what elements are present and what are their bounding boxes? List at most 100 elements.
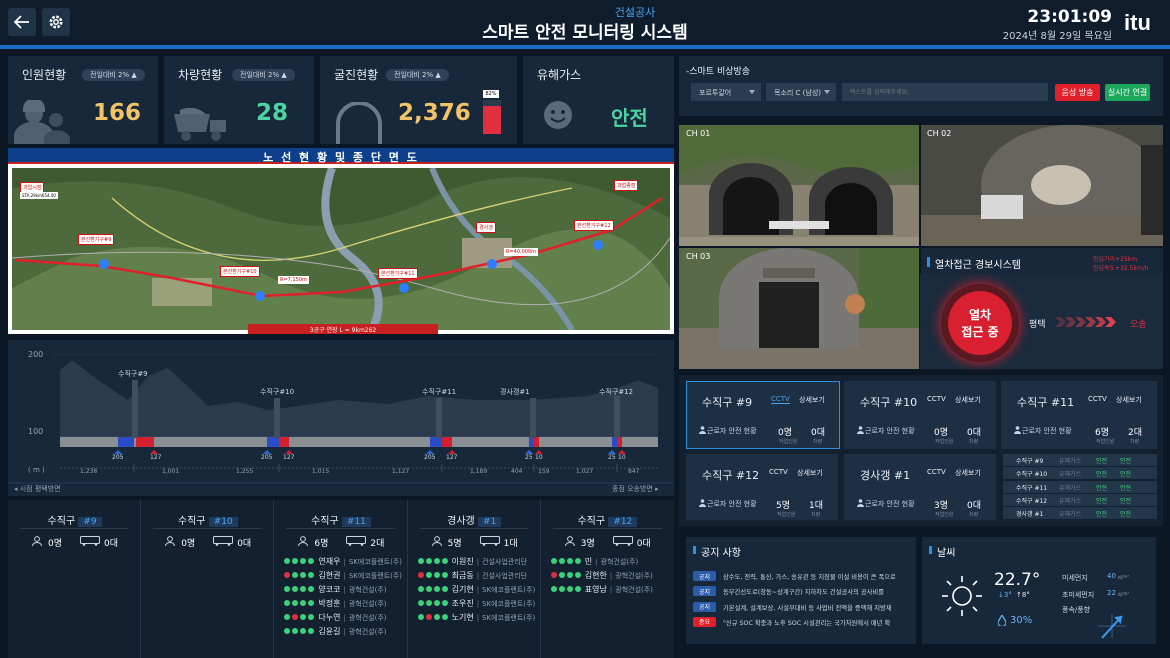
status-dot <box>425 586 432 592</box>
alarm-status-line1: 열차 <box>968 308 992 322</box>
cctv-link[interactable]: CCTV <box>771 395 790 404</box>
clock-date: 2024년 8월 29일 목요일 <box>1002 31 1112 42</box>
site-id: #10 <box>208 517 238 527</box>
person-row: 양코코 | 광혁건설(주) <box>284 584 387 595</box>
person-icon <box>564 536 575 546</box>
tunnel-progress-track <box>483 100 501 134</box>
person-company: SK에코플랜트(주) <box>482 586 536 594</box>
live-connect-button[interactable]: 실시간 연결 <box>1105 84 1150 101</box>
bus-icon <box>213 536 234 546</box>
site-card[interactable]: 경사갱 #1 CCTV 상세보기 근로자 안전 현황 3명 작업인원 0대 차량 <box>844 454 996 520</box>
gas-status-1: 안전 <box>1096 497 1108 505</box>
person-row: 민 | 광혁건설(주) <box>550 556 638 567</box>
site-column[interactable]: 수직구 #10 0명 0대 <box>141 500 275 658</box>
person-icon <box>857 499 864 507</box>
language-select[interactable]: 포르투갈어 <box>691 83 761 101</box>
person-name: 다누연 <box>318 613 341 622</box>
cctv-feed-1[interactable] <box>679 125 919 246</box>
detail-link[interactable]: 상세보기 <box>1116 395 1142 405</box>
gas-status-1: 안전 <box>1096 458 1108 465</box>
cctv-link[interactable]: CCTV <box>769 468 788 476</box>
bar-label: 205 <box>112 454 124 461</box>
person-name: 노기현 <box>451 613 474 622</box>
site-column[interactable]: 수직구 #12 3명 0대 민 | 광혁건설(주) 김현한 | 광혁건설(주) 표영남 | 광혁건… <box>541 500 674 658</box>
site-card[interactable]: 수직구 #11 CCTV 상세보기 근로자 안전 현황 6명 작업인원 2대 차… <box>1001 381 1157 449</box>
notice-text: "신규 SOC 확충과 노후 SOC 시설관리는 국가차원에서 매년 확 <box>723 619 891 627</box>
notice-item[interactable]: 중요 "신규 SOC 확충과 노후 SOC 시설관리는 국가차원에서 매년 확 <box>693 616 913 628</box>
cctv-channel-label: CH 01 <box>686 129 711 138</box>
notice-item[interactable]: 공지 기본설계, 설계보상, 시설부대비 등 사업비 전액을 증액해 지방재 <box>693 601 913 613</box>
page-title: 스마트 안전 모니터링 시스템 <box>482 23 688 43</box>
stat-card-workers: 인원현황 전일대비 2% ▲ 166 <box>8 56 158 144</box>
person-name: 김기현 <box>451 585 474 594</box>
site-card-vehicles: 0대 <box>967 428 982 438</box>
person-company: SK에코플랜트(주) <box>482 600 536 608</box>
vehicle-count: 2대 <box>370 539 385 549</box>
worker-count: 5명 <box>447 539 462 549</box>
workers-sublabel: 작업인원 <box>935 512 954 518</box>
cctv-feed-2[interactable] <box>921 125 1163 246</box>
broadcast-text-input[interactable] <box>842 83 1048 101</box>
detail-link[interactable]: 상세보기 <box>799 395 825 405</box>
alarm-to: 오송 <box>1130 320 1147 330</box>
status-dot <box>566 586 573 592</box>
y-tick-200: 200 <box>28 350 44 359</box>
map-label-shaft12: 본선환기구#12 <box>574 220 614 231</box>
bar-label: 205 <box>261 454 273 461</box>
cctv-channel-label: CH 03 <box>686 252 711 261</box>
alarm-status-circle: 열차 접근 중 <box>948 291 1012 355</box>
notice-tag: 공지 <box>693 601 716 612</box>
worker-count: 0명 <box>48 539 63 549</box>
workers-sublabel: 작업인원 <box>1096 439 1115 445</box>
shaft-label-9: 수직구#9 <box>118 370 148 378</box>
stat-card-gas: 유해가스 안전 <box>523 56 674 144</box>
notice-item[interactable]: 공지 동부간선도로(창동~상계구간) 지하차도 건설공사의 공사비를 <box>693 586 913 597</box>
site-column[interactable]: 경사갱 #1 5명 1대 이원진 | 건설사업관리단 최금동 | 건설사업관리단 김기현 | SK… <box>408 500 541 658</box>
worker-status-label: 근로자 안전 현황 <box>707 427 757 435</box>
site-card[interactable]: 수직구 #9 CCTV 상세보기 근로자 안전 현황 0명 작업인원 0대 차량 <box>686 381 840 449</box>
vehicles-sublabel: 차량 <box>813 439 823 445</box>
status-dot <box>441 600 448 606</box>
status-dot <box>284 572 291 578</box>
cctv-feed-3[interactable] <box>679 248 919 369</box>
detail-link[interactable]: 상세보기 <box>955 468 981 478</box>
person-icon <box>32 536 42 546</box>
notice-item[interactable]: 공지 상수도, 전력, 통신, 가스, 송유관 등 지장물 이설 비용이 큰 폭… <box>693 571 913 582</box>
site-column[interactable]: 수직구 #9 0명 0대 <box>8 500 142 658</box>
status-dot <box>284 586 291 592</box>
worker-count: 3명 <box>580 539 595 549</box>
site-card[interactable]: 수직구 #10 CCTV 상세보기 근로자 안전 현황 0명 작업인원 0대 차… <box>844 381 996 449</box>
cctv-link[interactable]: CCTV <box>927 395 946 403</box>
site-type: 수직구 <box>177 516 206 527</box>
stat-badge: 전일대비 2% ▲ <box>386 69 449 81</box>
person-row: 박정훈 | 광혁건설(주) <box>284 598 387 609</box>
stat-label: 굴진현황 <box>334 68 379 82</box>
cctv-link[interactable]: CCTV <box>1088 395 1107 403</box>
detail-link[interactable]: 상세보기 <box>955 395 981 405</box>
site-card-workers: 0명 <box>778 428 793 438</box>
voice-broadcast-button[interactable]: 음성 방송 <box>1055 84 1100 101</box>
fine-dust-label: 초미세먼지 <box>1062 591 1095 599</box>
route-map[interactable]: 노 선 현 황 및 종 단 면 도 과업시점 STA.29km654.00 본선… <box>8 148 674 334</box>
status-dot <box>574 572 581 578</box>
site-column[interactable]: 수직구 #11 6명 2대 연재우 | SK에코플랜트(주) 김현권 | SK에코플랜트(주… <box>274 500 408 658</box>
site-type: 경사갱 <box>447 516 475 527</box>
site-card-name: 수직구 #11 <box>1017 396 1075 409</box>
cctv-link[interactable]: CCTV <box>927 468 946 476</box>
stat-label: 유해가스 <box>537 68 582 82</box>
map-label-radius1: R=7,150m <box>278 276 309 284</box>
language-value: 포르투갈어 <box>699 89 732 97</box>
status-dot <box>433 614 440 620</box>
notice-text: 기본설계, 설계보상, 시설부대비 등 사업비 전액을 증액해 지방재 <box>723 604 892 612</box>
person-company: 광혁건설(주) <box>348 628 387 636</box>
workers-sublabel: 작업인원 <box>935 439 954 445</box>
detail-link[interactable]: 상세보기 <box>797 468 823 478</box>
site-card[interactable]: 수직구 #12 CCTV 상세보기 근로자 안전 현황 5명 작업인원 1대 차… <box>686 454 838 520</box>
map-label-shaft11: 본선환기구#11 <box>378 268 418 279</box>
droplet-icon <box>998 615 1006 626</box>
status-dot <box>441 558 448 564</box>
voice-select[interactable]: 목소리 C (남성) <box>766 83 836 101</box>
status-dot <box>425 600 432 606</box>
site-card-vehicles: 0대 <box>967 501 982 511</box>
separator: | <box>609 572 613 580</box>
